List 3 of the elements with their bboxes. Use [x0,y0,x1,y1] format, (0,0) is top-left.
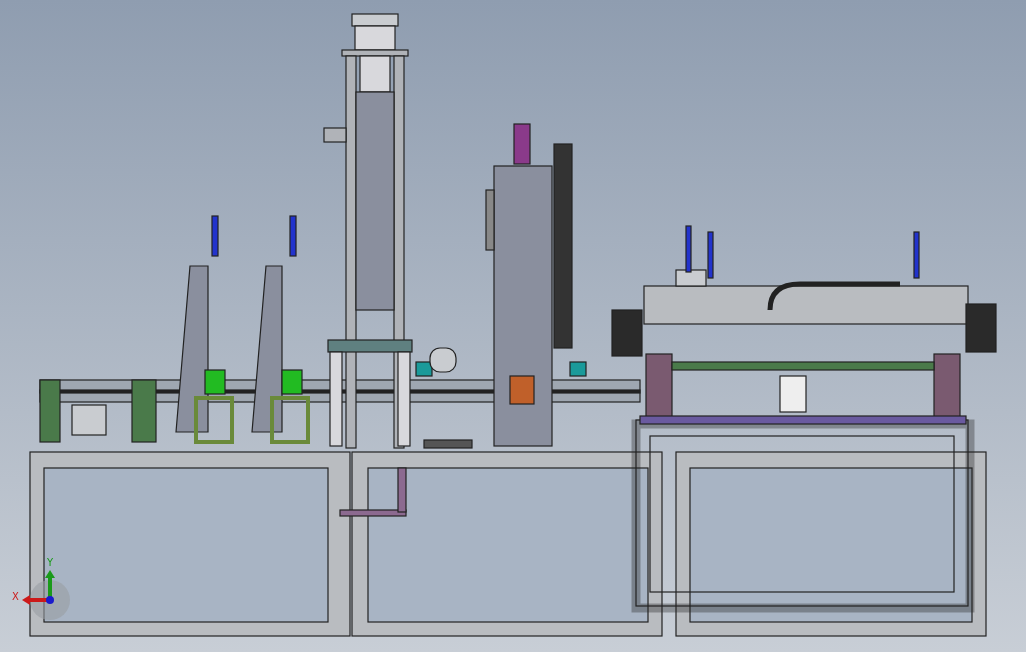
y-axis-label: Y [47,557,54,568]
x-axis-label: X [12,591,19,602]
axis-triad-icon [22,570,70,620]
